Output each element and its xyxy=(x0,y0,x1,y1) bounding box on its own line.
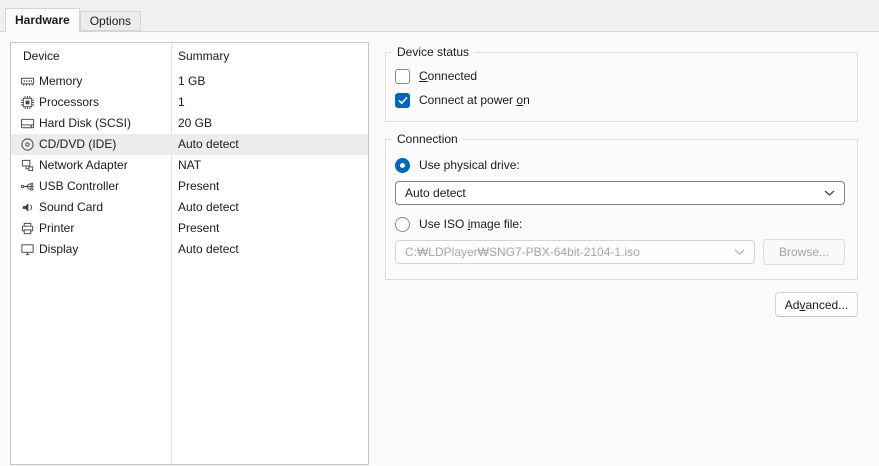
vm-settings-dialog: Hardware Options Device Summary Memory 1… xyxy=(0,0,879,466)
device-row-printer[interactable]: Printer Present xyxy=(11,218,368,239)
tab-hardware[interactable]: Hardware xyxy=(5,8,80,32)
hard-disk-icon xyxy=(20,116,35,131)
usb-icon xyxy=(20,179,35,194)
tab-bar: Hardware Options xyxy=(5,8,142,32)
summary-column-header: Summary xyxy=(178,49,230,63)
device-row-network-adapter[interactable]: Network Adapter NAT xyxy=(11,155,368,176)
sound-icon xyxy=(20,200,35,215)
device-row-display[interactable]: Display Auto detect xyxy=(11,239,368,260)
device-summary: Present xyxy=(178,179,220,193)
device-row-sound-card[interactable]: Sound Card Auto detect xyxy=(11,197,368,218)
device-summary: Auto detect xyxy=(178,137,239,151)
device-row-usb-controller[interactable]: USB Controller Present xyxy=(11,176,368,197)
device-name: Memory xyxy=(39,74,83,88)
iso-image-path-value: C:₩LDPlayer₩SNG7-PBX-64bit-2104-1.iso xyxy=(405,245,640,259)
device-status-group xyxy=(385,52,858,122)
device-column-header: Device xyxy=(23,49,60,63)
device-row-processors[interactable]: Processors 1 xyxy=(11,92,368,113)
advanced-button[interactable]: Ad v anced... xyxy=(775,292,858,317)
processor-icon xyxy=(20,95,35,110)
use-iso-image-radio[interactable] xyxy=(395,217,410,232)
device-summary: 20 GB xyxy=(178,116,213,130)
chevron-down-icon xyxy=(824,190,835,196)
device-row-memory[interactable]: Memory 1 GB xyxy=(11,71,368,92)
device-status-group-title: Device status xyxy=(392,45,475,59)
device-name: Processors xyxy=(39,95,100,109)
device-row-cd-dvd[interactable]: CD/DVD (IDE) Auto detect xyxy=(11,134,368,155)
connect-at-power-on-checkbox[interactable] xyxy=(395,93,410,108)
device-summary: 1 xyxy=(178,95,185,109)
device-row-hard-disk[interactable]: Hard Disk (SCSI) 20 GB xyxy=(11,113,368,134)
cd-dvd-icon xyxy=(20,137,35,152)
device-list-header: Device Summary xyxy=(11,43,368,69)
device-name: Hard Disk (SCSI) xyxy=(39,116,132,130)
use-physical-drive-radio[interactable] xyxy=(395,158,410,173)
device-name: CD/DVD (IDE) xyxy=(39,137,117,151)
device-name: Network Adapter xyxy=(39,158,128,172)
device-rows: Memory 1 GB Processors 1 Hard Disk (SCSI… xyxy=(11,71,368,260)
memory-icon xyxy=(20,74,35,89)
tab-options[interactable]: Options xyxy=(79,11,142,31)
printer-icon xyxy=(20,221,35,236)
chevron-down-icon xyxy=(734,249,745,255)
network-adapter-icon xyxy=(20,158,35,173)
iso-image-path-select[interactable]: C:₩LDPlayer₩SNG7-PBX-64bit-2104-1.iso xyxy=(395,240,755,264)
display-icon xyxy=(20,242,35,257)
use-iso-image-label[interactable]: Use ISO image file: xyxy=(419,217,522,232)
connected-label[interactable]: Connected xyxy=(419,69,477,84)
device-list: Device Summary Memory 1 GB Processors 1 … xyxy=(10,42,369,465)
device-name: Display xyxy=(39,242,79,256)
device-summary: 1 GB xyxy=(178,74,206,88)
device-name: Sound Card xyxy=(39,200,104,214)
device-summary: Present xyxy=(178,221,220,235)
device-summary: Auto detect xyxy=(178,200,239,214)
device-summary: Auto detect xyxy=(178,242,239,256)
device-name: USB Controller xyxy=(39,179,120,193)
physical-drive-select[interactable]: Auto detect xyxy=(395,181,845,205)
browse-button[interactable]: Browse... xyxy=(763,239,845,265)
physical-drive-value: Auto detect xyxy=(405,186,466,200)
device-name: Printer xyxy=(39,221,75,235)
device-summary: NAT xyxy=(178,158,202,172)
connect-at-power-on-label[interactable]: Connect at power on xyxy=(419,93,530,108)
use-physical-drive-label[interactable]: Use physical drive: xyxy=(419,158,520,173)
connected-checkbox[interactable] xyxy=(395,69,410,84)
connection-group-title: Connection xyxy=(392,132,463,146)
